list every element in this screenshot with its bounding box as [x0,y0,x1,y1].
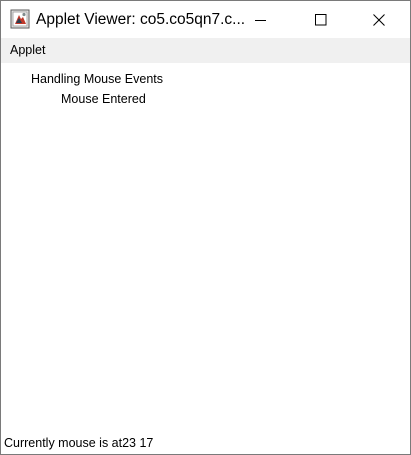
window-title: Applet Viewer: co5.co5qn7.c... [36,11,246,28]
maximize-icon [315,14,327,26]
status-text: Currently mouse is at23 17 [4,436,154,450]
close-button[interactable] [356,1,401,38]
menu-bar: Applet [1,38,410,63]
applet-heading: Handling Mouse Events [31,72,164,86]
menu-applet[interactable]: Applet [10,43,45,58]
applet-viewer-window: Applet Viewer: co5.co5qn7.c... Applet Ha… [0,0,411,455]
title-bar[interactable]: Applet Viewer: co5.co5qn7.c... [1,1,410,38]
close-icon [373,14,385,26]
minimize-icon [255,20,266,21]
status-bar: Currently mouse is at23 17 [1,433,410,454]
mouse-event-message: Mouse Entered [61,92,146,106]
java-applet-icon[interactable] [10,9,30,29]
maximize-button[interactable] [298,1,343,38]
applet-canvas[interactable]: Handling Mouse Events Mouse Entered [1,63,410,433]
minimize-button[interactable] [238,1,283,38]
